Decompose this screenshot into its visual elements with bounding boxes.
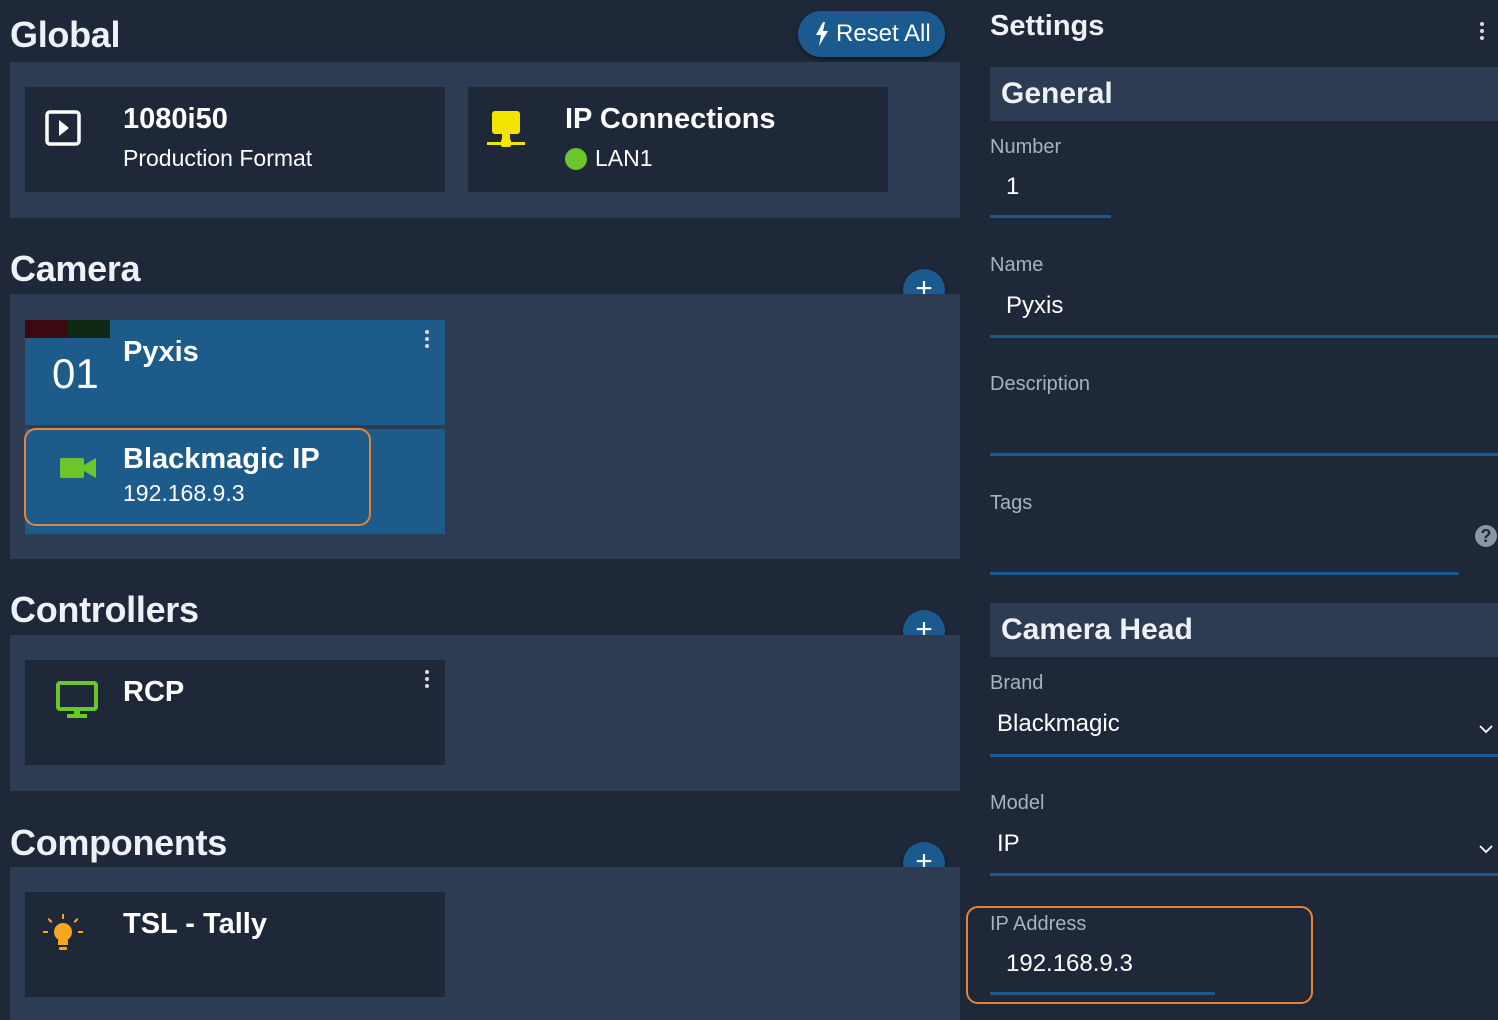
camera-card[interactable]: 01 Pyxis	[25, 320, 445, 425]
controller-card[interactable]: RCP	[25, 660, 445, 765]
general-group-header: General	[990, 67, 1498, 121]
controllers-section-title: Controllers	[10, 589, 199, 630]
model-label: Model	[990, 792, 1045, 814]
camera-name: Pyxis	[123, 336, 199, 368]
global-section-title: Global	[10, 14, 121, 55]
camera-head-highlight	[24, 428, 371, 526]
production-format-card[interactable]: 1080i50 Production Format	[25, 87, 445, 192]
status-dot	[565, 148, 587, 170]
tags-label: Tags	[990, 492, 1033, 514]
tally-green-indicator	[68, 320, 110, 338]
general-header-label: General	[1001, 77, 1113, 110]
kebab-menu-icon[interactable]	[1476, 20, 1488, 44]
tags-underline	[990, 572, 1459, 575]
network-icon	[487, 111, 525, 147]
kebab-menu-icon[interactable]	[421, 668, 433, 692]
settings-title: Settings	[990, 10, 1105, 42]
number-underline	[990, 215, 1111, 218]
camera-number: 01	[52, 350, 99, 397]
tally-red-indicator	[25, 320, 68, 338]
help-icon[interactable]: ?	[1475, 525, 1497, 547]
production-format-label: Production Format	[123, 145, 313, 171]
name-input[interactable]: Pyxis	[1006, 292, 1063, 320]
number-input[interactable]: 1	[1006, 173, 1019, 201]
description-label: Description	[990, 373, 1091, 395]
brand-label: Brand	[990, 672, 1044, 694]
ip-address-input[interactable]: 192.168.9.3	[1006, 950, 1133, 978]
name-label: Name	[990, 254, 1044, 276]
global-panel: 1080i50 Production Format IP Connections…	[10, 62, 960, 218]
reset-all-button[interactable]: Reset All	[798, 11, 945, 57]
chevron-down-icon[interactable]	[1479, 842, 1493, 856]
camera-head-header-label: Camera Head	[1001, 613, 1193, 646]
controllers-panel: RCP	[10, 635, 960, 791]
brand-underline	[990, 754, 1498, 757]
production-format-value: 1080i50	[123, 103, 228, 135]
number-label: Number	[990, 136, 1062, 158]
camera-head-group-header: Camera Head	[990, 603, 1498, 657]
ip-connections-card[interactable]: IP Connections LAN1	[468, 87, 888, 192]
ip-address-label: IP Address	[990, 913, 1087, 935]
component-name: TSL - Tally	[123, 908, 267, 940]
play-icon	[45, 110, 81, 146]
camera-section-title: Camera	[10, 248, 141, 289]
reset-all-label: Reset All	[836, 20, 931, 47]
model-underline	[990, 873, 1498, 876]
kebab-menu-icon[interactable]	[421, 328, 433, 352]
components-section-title: Components	[10, 822, 227, 863]
chevron-down-icon[interactable]	[1479, 722, 1493, 736]
monitor-icon	[56, 681, 98, 718]
component-card[interactable]: TSL - Tally	[25, 892, 445, 997]
name-underline	[990, 335, 1498, 338]
lightbulb-icon	[43, 914, 83, 950]
brand-select[interactable]: Blackmagic	[997, 710, 1120, 738]
model-select[interactable]: IP	[997, 830, 1020, 858]
ip-connection-status: LAN1	[595, 145, 653, 171]
description-underline	[990, 453, 1498, 456]
ip-address-underline	[990, 992, 1215, 995]
lightning-icon	[816, 22, 828, 46]
ip-connections-title: IP Connections	[565, 103, 776, 135]
tags-input[interactable]	[1006, 530, 1456, 560]
description-input[interactable]	[1006, 410, 1486, 440]
controller-name: RCP	[123, 676, 185, 708]
components-panel: TSL - Tally	[10, 867, 960, 1020]
